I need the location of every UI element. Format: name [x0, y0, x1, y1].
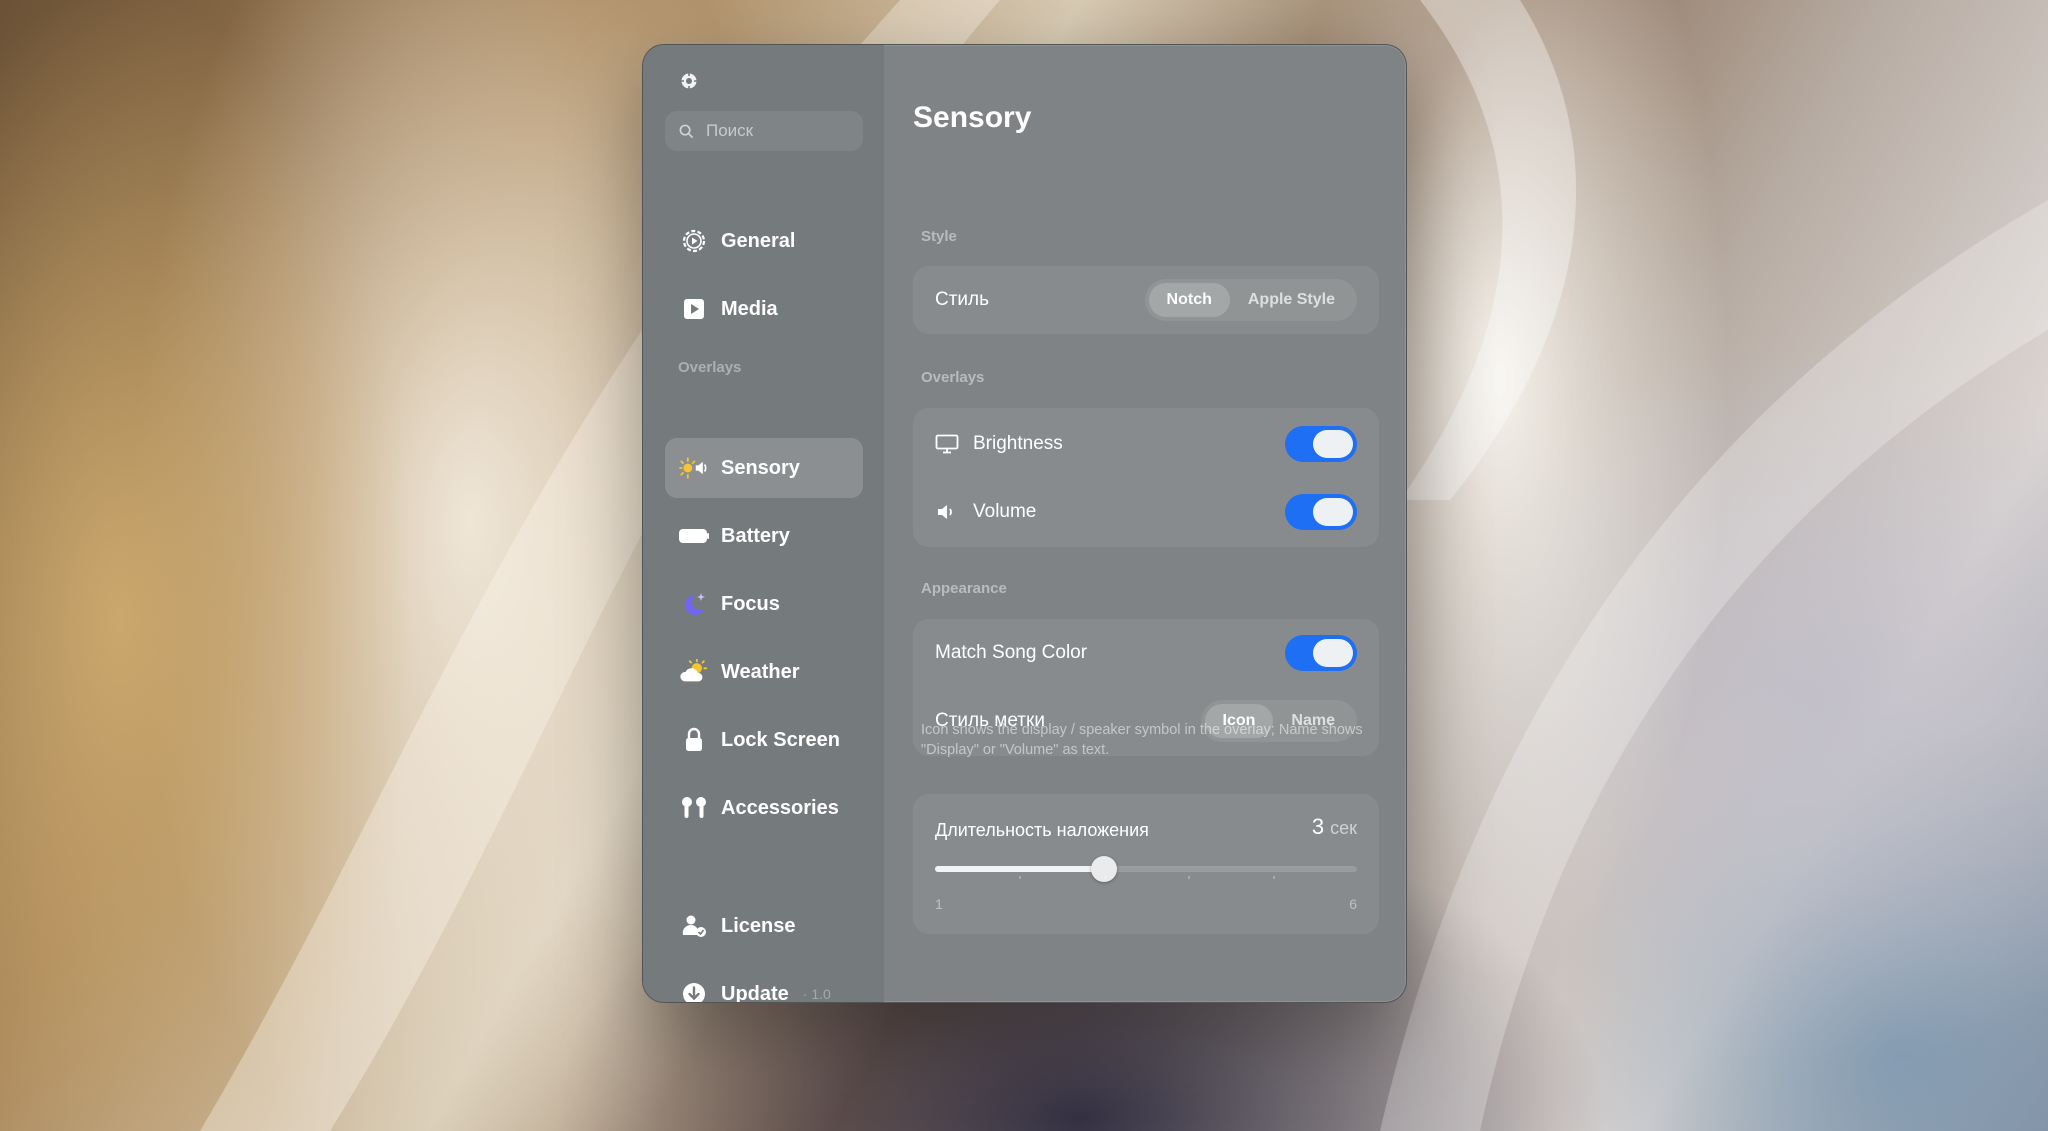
style-row-label: Стиль: [935, 289, 990, 310]
brightness-toggle[interactable]: [1285, 426, 1357, 462]
brightness-row: Brightness: [913, 410, 1379, 478]
search-field[interactable]: [665, 111, 863, 151]
sidebar-item-lock-screen[interactable]: Lock Screen: [665, 710, 863, 770]
volume-label: Volume: [973, 501, 1037, 522]
duration-slider-tick: [1019, 876, 1022, 879]
main-content: Sensory Style Стиль Notch Apple Style Ov…: [884, 45, 1406, 1002]
style-group-label: Style: [921, 228, 957, 245]
gear-play-icon: [679, 226, 709, 256]
download-circle-icon: [679, 979, 709, 1002]
settings-gear-icon[interactable]: [679, 71, 699, 91]
version-label: · 1.0: [802, 986, 831, 1002]
match-song-color-row: Match Song Color: [913, 619, 1379, 687]
duration-label: Длительность наложения: [935, 820, 1149, 840]
volume-toggle[interactable]: [1285, 494, 1357, 530]
sidebar-item-label: General: [721, 229, 796, 252]
style-option-notch[interactable]: Notch: [1148, 283, 1230, 317]
duration-slider-track[interactable]: [935, 856, 1357, 882]
settings-window: General Media Overlays: [642, 44, 1407, 1003]
brightness-label: Brightness: [973, 433, 1063, 454]
play-square-icon: [679, 294, 709, 324]
sidebar-item-battery[interactable]: Battery: [665, 506, 863, 566]
sidebar-item-label: Lock Screen: [721, 728, 840, 751]
match-song-color-toggle[interactable]: [1285, 635, 1357, 671]
match-song-color-label: Match Song Color: [935, 642, 1088, 663]
sidebar-item-label: Focus: [721, 592, 780, 615]
sidebar-item-sensory[interactable]: Sensory: [665, 438, 863, 498]
style-segmented-control: Notch Apple Style: [1144, 279, 1357, 321]
sidebar-item-general[interactable]: General: [665, 211, 863, 271]
airpods-icon: [679, 793, 709, 823]
moon-icon: [679, 589, 709, 619]
duration-min-label: 1: [935, 896, 943, 912]
search-input[interactable]: [704, 120, 858, 142]
sidebar-item-accessories[interactable]: Accessories: [665, 778, 863, 838]
sidebar-item-weather[interactable]: Weather: [665, 642, 863, 702]
sidebar-item-label: Weather: [721, 660, 800, 683]
search-icon: [679, 124, 694, 138]
duration-value: 3 сек: [1311, 814, 1357, 839]
battery-icon: [679, 521, 709, 551]
style-option-apple-style[interactable]: Apple Style: [1230, 283, 1353, 317]
duration-slider-tick: [1188, 876, 1191, 879]
duration-max-label: 6: [1349, 896, 1357, 912]
person-badge-icon: [679, 911, 709, 941]
lock-icon: [679, 725, 709, 755]
duration-slider-tick: [1272, 876, 1275, 879]
sun-speaker-icon: [679, 453, 709, 483]
overlays-section-label: Overlays: [678, 359, 742, 376]
sidebar-item-label: License: [721, 914, 796, 937]
display-icon: [935, 434, 959, 454]
style-card: Стиль Notch Apple Style: [913, 266, 1379, 334]
sidebar-item-label: Media: [721, 297, 778, 320]
sidebar-item-label: Sensory: [721, 456, 800, 479]
sun-cloud-icon: [679, 657, 709, 687]
sidebar-item-label: Battery: [721, 524, 790, 547]
overlays-card: Brightness Volume: [913, 408, 1379, 547]
duration-slider-tick: [1103, 876, 1106, 879]
sidebar-item-label: Accessories: [721, 796, 839, 819]
duration-card: Длительность наложения 3 сек 1 6: [913, 794, 1379, 934]
speaker-icon: [938, 505, 952, 519]
page-title: Sensory: [913, 101, 1032, 134]
duration-slider-fill: [935, 866, 1104, 872]
appearance-group-label: Appearance: [921, 580, 1007, 597]
sidebar-item-focus[interactable]: Focus: [665, 574, 863, 634]
sidebar-item-label: Update: [721, 982, 789, 1003]
overlays-group-label: Overlays: [921, 369, 985, 386]
appearance-hint: Icon shows the display / speaker symbol …: [921, 722, 1363, 758]
sidebar: General Media Overlays: [643, 45, 884, 1002]
style-row: Стиль Notch Apple Style: [913, 266, 1379, 334]
volume-row: Volume: [913, 478, 1379, 546]
sidebar-item-media[interactable]: Media: [665, 279, 863, 339]
sidebar-item-update[interactable]: Update · 1.0: [665, 964, 863, 1003]
sidebar-item-license[interactable]: License: [665, 896, 863, 956]
